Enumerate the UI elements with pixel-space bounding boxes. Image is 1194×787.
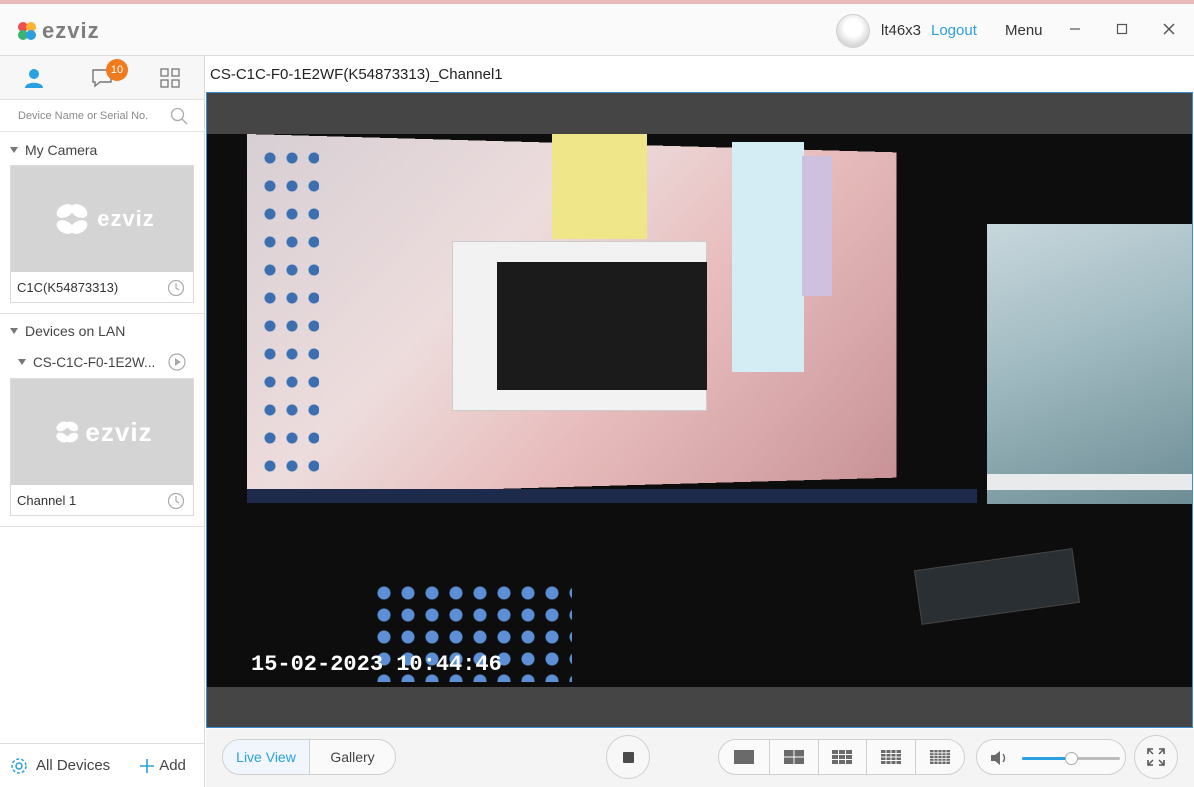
menu-button[interactable]: Menu: [1005, 22, 1043, 39]
channel-thumbnail[interactable]: ezviz: [11, 379, 193, 485]
layout-5x5-button[interactable]: [915, 740, 964, 774]
channel-label-row: Channel 1: [11, 485, 193, 515]
video-scene-monitor: [987, 224, 1192, 504]
thumbnail-logo-text: ezviz: [85, 416, 153, 447]
minimize-icon: [1070, 28, 1080, 30]
collapse-triangle-icon: [10, 328, 18, 334]
fullscreen-icon: [1147, 748, 1165, 766]
thumbnail-logo-text: ezviz: [97, 206, 155, 231]
section-title: My Camera: [25, 142, 98, 158]
layout-selector: [718, 739, 965, 775]
layout-9-icon: [832, 750, 853, 764]
video-scene-note: [732, 142, 804, 372]
video-scene-taskbar: [247, 489, 977, 503]
gear-icon: [11, 757, 27, 774]
divider: [0, 526, 204, 527]
camera-label-row: C1C(K54873313): [11, 272, 193, 302]
layout-1-icon: [733, 750, 754, 764]
play-icon[interactable]: [168, 353, 186, 371]
divider: [0, 313, 204, 314]
lan-section[interactable]: Devices on LAN: [0, 316, 204, 346]
ezviz-logo-icon: [56, 421, 79, 443]
live-view-button[interactable]: Live View: [223, 740, 309, 774]
section-title: Devices on LAN: [25, 323, 126, 339]
layout-4-icon: [783, 750, 804, 764]
user-icon: [25, 68, 43, 88]
sidebar-tabs: 10: [0, 56, 204, 100]
channel-name: Channel 1: [17, 492, 77, 508]
video-player[interactable]: 15-02-2023 10:44:46: [206, 92, 1193, 728]
username: lt46x3: [881, 22, 922, 39]
video-scene-window: [497, 262, 707, 390]
camera-thumbnail[interactable]: ezviz: [11, 166, 193, 272]
tab-grid[interactable]: [136, 56, 204, 99]
grid-icon: [160, 67, 180, 88]
video-scene-note: [802, 156, 832, 296]
channel-card[interactable]: ezviz Channel 1: [10, 378, 194, 516]
collapse-triangle-icon: [10, 147, 18, 153]
channel-title: CS-C1C-F0-1E2WF(K54873313)_Channel1: [210, 66, 503, 83]
volume-slider[interactable]: [1022, 752, 1120, 765]
history-icon[interactable]: [167, 492, 185, 510]
add-label: Add: [159, 757, 186, 774]
tab-messages[interactable]: 10: [68, 56, 136, 99]
layout-25-icon: [930, 750, 951, 764]
all-devices-button[interactable]: All Devices: [10, 757, 110, 775]
plus-icon: [140, 758, 155, 773]
video-scene-note: [552, 134, 647, 239]
collapse-triangle-icon: [18, 359, 26, 365]
layout-3x3-button[interactable]: [817, 740, 867, 774]
lan-device-row[interactable]: CS-C1C-F0-1E2W...: [0, 346, 204, 378]
volume-knob[interactable]: [1065, 752, 1078, 765]
history-icon[interactable]: [167, 279, 185, 297]
stop-icon: [622, 751, 634, 763]
ezviz-logo-icon: [56, 204, 88, 234]
layout-4x4-button[interactable]: [866, 740, 915, 774]
video-scene-taskbar: [987, 474, 1192, 490]
app-logo: ezviz: [16, 18, 100, 44]
fullscreen-button[interactable]: [1134, 735, 1178, 779]
minimize-button[interactable]: [1064, 18, 1086, 40]
add-device-button[interactable]: Add: [138, 757, 186, 775]
search-input[interactable]: [18, 109, 170, 122]
search-icon[interactable]: [170, 107, 188, 125]
video-timestamp: 15-02-2023 10:44:46: [251, 652, 502, 677]
layout-1x1-button[interactable]: [719, 740, 769, 774]
device-search: [0, 100, 204, 132]
video-scene-icons: [259, 144, 319, 474]
my-camera-section[interactable]: My Camera: [0, 135, 204, 165]
avatar[interactable]: [836, 14, 870, 48]
title-bar: ezviz lt46x3 Logout Menu: [0, 0, 1194, 56]
tab-devices[interactable]: [0, 56, 68, 99]
live-video-feed[interactable]: 15-02-2023 10:44:46: [207, 134, 1192, 687]
lan-device-name: CS-C1C-F0-1E2W...: [33, 354, 156, 370]
camera-card[interactable]: ezviz C1C(K54873313): [10, 165, 194, 303]
sidebar: 10 My Camera: [0, 56, 205, 787]
volume-control: [976, 739, 1126, 775]
logout-link[interactable]: Logout: [931, 22, 977, 39]
control-bar: Live View Gallery: [206, 729, 1194, 787]
thumbnail-logo: ezviz: [51, 417, 152, 448]
message-badge: 10: [106, 59, 128, 81]
speaker-icon[interactable]: [989, 748, 1011, 768]
maximize-icon: [1116, 23, 1128, 35]
all-devices-label: All Devices: [36, 757, 111, 774]
thumbnail-logo: ezviz: [49, 199, 155, 239]
volume-fill: [1022, 757, 1071, 760]
ezviz-logo-icon: [18, 22, 36, 40]
stop-button[interactable]: [606, 735, 650, 779]
camera-name: C1C(K54873313): [17, 279, 119, 295]
layout-16-icon: [881, 750, 902, 764]
video-scene-device: [913, 548, 1081, 625]
gallery-button[interactable]: Gallery: [309, 740, 395, 774]
close-button[interactable]: [1158, 18, 1180, 40]
logo-text: ezviz: [42, 18, 100, 43]
close-icon: [1163, 23, 1175, 35]
maximize-button[interactable]: [1111, 18, 1133, 40]
view-mode-toggle: Live View Gallery: [222, 739, 396, 775]
sidebar-footer: All Devices Add: [0, 743, 204, 787]
layout-2x2-button[interactable]: [768, 740, 818, 774]
